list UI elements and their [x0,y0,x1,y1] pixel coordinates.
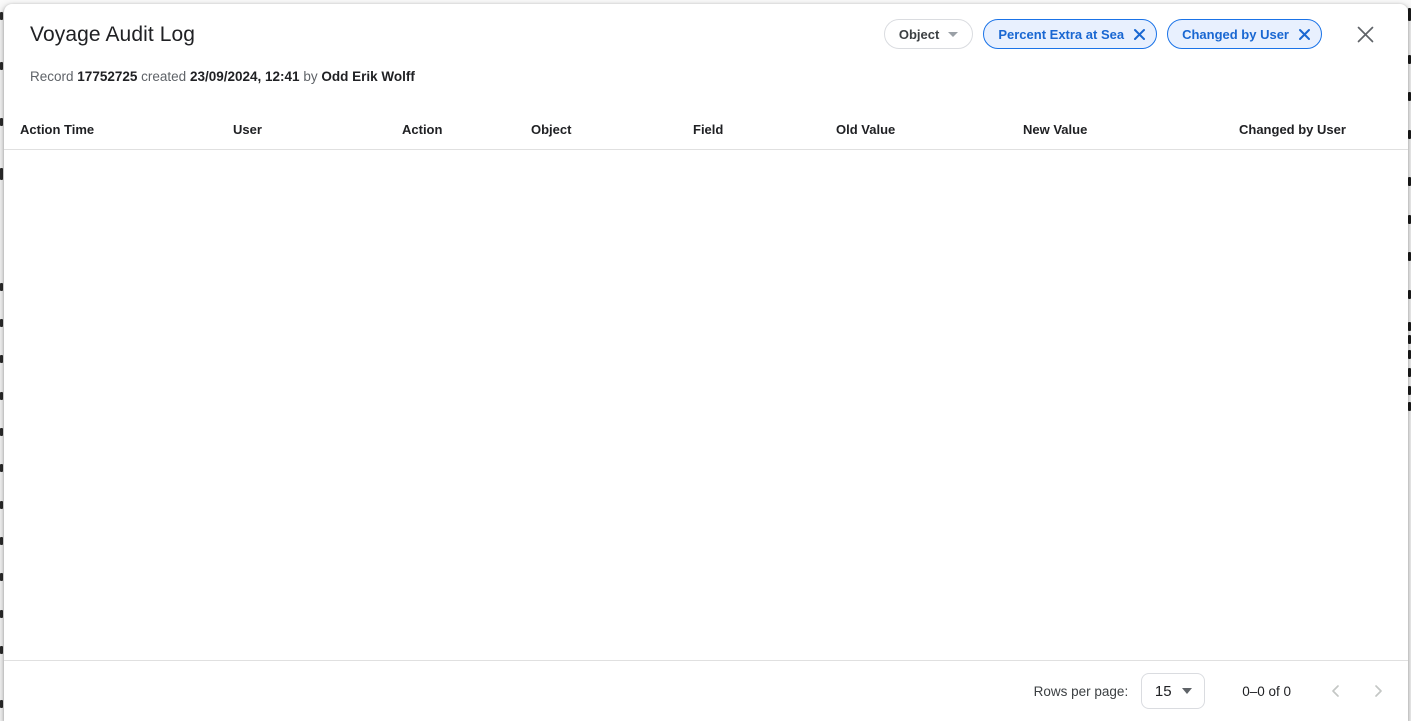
record-id: 17752725 [77,69,137,84]
backdrop-text-fragment [0,700,3,708]
next-page-button[interactable] [1366,679,1390,703]
close-icon [1355,24,1376,45]
audit-table-body-empty [4,151,1408,656]
backdrop-text-fragment [0,355,3,363]
voyage-audit-log-dialog: Voyage Audit Log Record 17752725 created… [4,4,1408,721]
column-header-new-value: New Value [1023,122,1087,137]
filter-chip-percent-extra-at-sea[interactable]: Percent Extra at Sea [983,19,1157,49]
rows-per-page-select[interactable]: 15 [1141,673,1205,709]
record-by-label: by [303,69,317,84]
rows-per-page-label: Rows per page: [1034,684,1129,699]
backdrop-text-fragment [0,428,3,436]
chevron-down-icon [948,32,958,37]
record-created-by: Odd Erik Wolff [321,69,415,84]
backdrop-text-fragment [0,62,3,70]
filter-chip-changed-by-user[interactable]: Changed by User [1167,19,1322,49]
previous-page-button[interactable] [1324,679,1348,703]
filter-bar: Object Percent Extra at Sea Changed by U… [884,19,1378,49]
column-header-old-value: Old Value [836,122,895,137]
backdrop-text-fragment [0,537,3,545]
backdrop-text-fragment [0,283,3,291]
audit-table-header: Action Time User Action Object Field Old… [4,110,1408,150]
record-created-label: created [141,69,186,84]
column-header-field: Field [693,122,723,137]
chevron-down-icon [1182,688,1192,694]
column-header-action-time: Action Time [20,122,94,137]
remove-filter-icon[interactable] [1297,27,1312,42]
chevron-right-icon [1370,683,1386,699]
backdrop-text-fragment [0,12,3,20]
backdrop-text-fragment [0,610,3,618]
record-info: Record 17752725 created 23/09/2024, 12:4… [30,68,415,86]
pagination-bar: Rows per page: 15 0–0 of 0 [4,660,1408,721]
close-dialog-button[interactable] [1352,21,1378,47]
pagination-range: 0–0 of 0 [1242,684,1291,699]
record-info-prefix: Record [30,69,74,84]
backdrop-text-fragment [0,501,3,509]
filter-chip-label: Percent Extra at Sea [998,27,1124,42]
column-header-object: Object [531,122,571,137]
object-filter-dropdown[interactable]: Object [884,19,973,49]
backdrop-text-fragment [0,319,3,327]
backdrop-text-fragment [0,464,3,472]
object-filter-label: Object [899,27,939,42]
remove-filter-icon[interactable] [1132,27,1147,42]
chevron-left-icon [1328,683,1344,699]
backdrop-text-fragment [0,573,3,581]
filter-chip-label: Changed by User [1182,27,1289,42]
column-header-action: Action [402,122,442,137]
backdrop-text-fragment [0,168,3,180]
rows-per-page-value: 15 [1155,683,1172,700]
backdrop-text-fragment [0,646,3,654]
backdrop-text-fragment [0,392,3,400]
column-header-user: User [233,122,262,137]
page-title: Voyage Audit Log [30,21,195,49]
column-header-changed-by-user: Changed by User [1239,122,1346,137]
record-created-at: 23/09/2024, 12:41 [190,69,300,84]
backdrop-text-fragment [0,118,3,126]
